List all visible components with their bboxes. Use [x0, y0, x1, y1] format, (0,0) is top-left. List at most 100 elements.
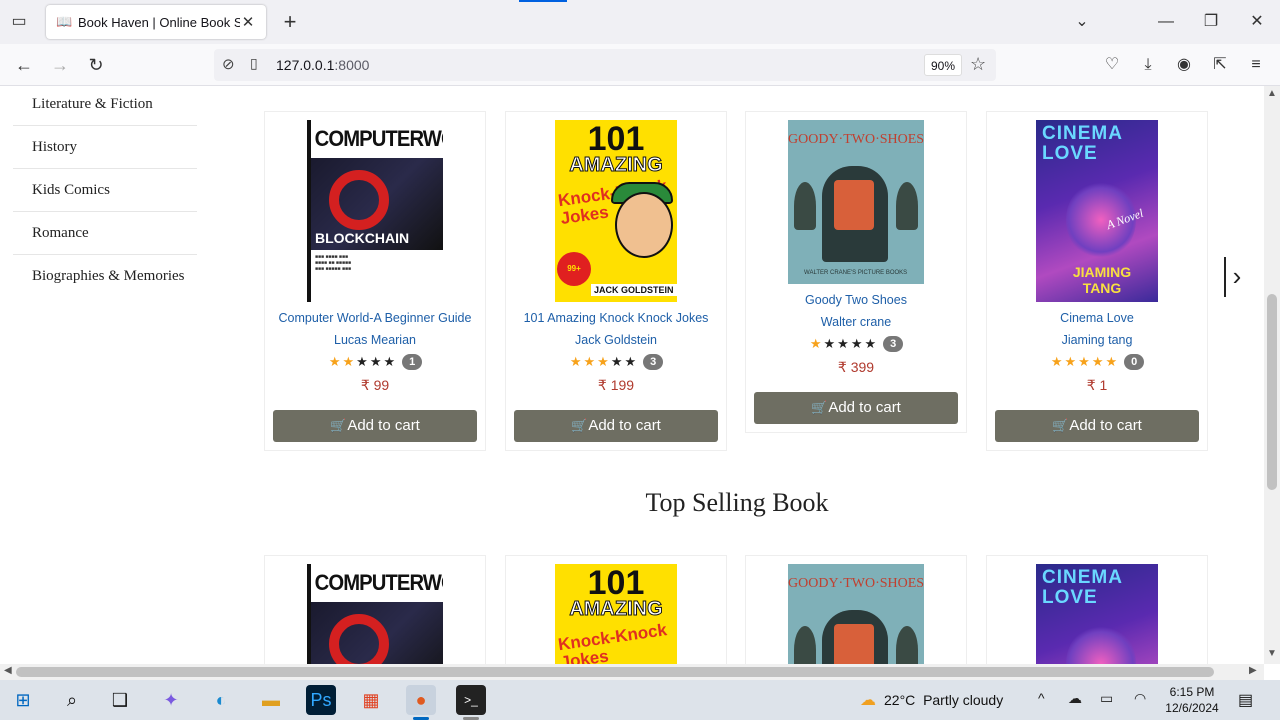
wifi-icon[interactable]: ◠ — [1134, 690, 1146, 707]
vertical-scroll-thumb[interactable] — [1267, 294, 1277, 490]
book-cover-amazing-jokes[interactable]: 101 AMAZING Knock-Knock Jokes — [555, 564, 677, 664]
horizontal-scroll-thumb[interactable] — [16, 667, 1214, 677]
add-to-cart-button[interactable]: 🛒 Add to cart — [514, 410, 718, 442]
onedrive-icon[interactable]: ☁ — [1068, 690, 1082, 707]
windows-taskbar: ⊞ ⌕ ❑ ✦ ◐ ▬ Ps ▦ ● >_ ☁ 22°C Partly clou… — [0, 680, 1280, 720]
book-author[interactable]: Jack Goldstein — [506, 332, 726, 348]
url-bar[interactable]: ⊘ ▯ 127.0.0.1:8000 90% ☆ — [214, 49, 996, 81]
star-icon: ★ — [864, 336, 877, 351]
book-author[interactable]: Jiaming tang — [987, 332, 1207, 348]
edge-icon[interactable]: ◐ — [206, 685, 236, 715]
temperature: 22°C — [884, 692, 916, 708]
star-icon: ★ — [1105, 354, 1118, 369]
cart-icon: 🛒 — [811, 400, 828, 415]
star-rating: ★ ★ ★ ★ ★ 0 — [987, 354, 1207, 370]
top-selling-card: 101 AMAZING Knock-Knock Jokes — [505, 555, 727, 664]
book-favicon-icon: 📖 — [56, 14, 73, 29]
new-tab-icon[interactable]: + — [280, 10, 300, 34]
close-window-icon[interactable]: ✕ — [1237, 10, 1277, 34]
book-cover-amazing-jokes[interactable]: 101 AMAZING Knock-Knock Jokes 99+ HILARI… — [555, 120, 677, 302]
category-history[interactable]: History — [13, 126, 197, 169]
tab-list-icon[interactable]: ▭ — [8, 12, 30, 32]
add-to-cart-button[interactable]: 🛒 Add to cart — [754, 392, 958, 424]
book-cover-goody-two-shoes[interactable]: GOODY·TWO·SHOES WALTER CRANE'S PICTURE B… — [788, 120, 924, 284]
bookmark-star-icon[interactable]: ☆ — [970, 54, 986, 75]
file-explorer-icon[interactable]: ▬ — [256, 685, 286, 715]
tracking-protection-icon[interactable]: ⊘ — [222, 55, 235, 73]
account-icon[interactable]: ◉ — [1172, 54, 1196, 78]
scroll-right-icon[interactable]: ▶ — [1249, 665, 1257, 676]
star-icon: ★ — [1050, 354, 1063, 369]
cover-headline: BLOCKCHAIN — [315, 230, 410, 246]
task-view-icon[interactable]: ❑ — [105, 685, 135, 715]
book-cover-cinema-love[interactable]: CINEMA LOVE — [1036, 564, 1158, 664]
book-title[interactable]: Computer World-A Beginner Guide — [265, 310, 485, 326]
clock[interactable]: 6:15 PM 12/6/2024 — [1160, 684, 1224, 716]
book-cover-goody-two-shoes[interactable]: GOODY·TWO·SHOES — [788, 564, 924, 664]
chevron-down-icon[interactable]: ⌄ — [1062, 10, 1102, 34]
book-title[interactable]: Cinema Love — [987, 310, 1207, 326]
section-title: Top Selling Book — [645, 488, 829, 517]
category-romance[interactable]: Romance — [13, 212, 197, 255]
extensions-icon[interactable]: ⇱ — [1208, 54, 1232, 78]
copilot-icon[interactable]: ✦ — [156, 685, 186, 715]
search-icon[interactable]: ⌕ — [57, 685, 87, 715]
reload-icon[interactable]: ↻ — [84, 53, 108, 77]
menu-icon[interactable]: ≡ — [1244, 54, 1268, 78]
cover-title: CINEMA LOVE — [1042, 567, 1123, 608]
store-icon[interactable]: ▦ — [356, 685, 386, 715]
review-count-badge: 1 — [402, 354, 423, 370]
book-cover-computerworld[interactable]: COMPUTERWORLD — [307, 564, 443, 664]
book-author[interactable]: Lucas Mearian — [265, 332, 485, 348]
star-rating: ★ ★ ★ ★ ★ 3 — [506, 354, 726, 370]
firefox-icon[interactable]: ● — [406, 685, 436, 715]
page-content: Literature & Fiction History Kids Comics… — [0, 86, 1264, 664]
book-title[interactable]: 101 Amazing Knock Knock Jokes — [506, 310, 726, 326]
scroll-down-icon[interactable]: ▼ — [1266, 648, 1278, 659]
forward-icon[interactable]: → — [48, 53, 72, 77]
star-icon: ★ — [583, 354, 596, 369]
add-to-cart-button[interactable]: 🛒 Add to cart — [273, 410, 477, 442]
browser-tab[interactable]: 📖 Book Haven | Online Book Stor ✕ — [46, 5, 266, 39]
category-biographies-memories[interactable]: Biographies & Memories — [13, 255, 197, 297]
weather-widget[interactable]: ☁ 22°C Partly cloudy — [860, 690, 1003, 710]
top-selling-card: GOODY·TWO·SHOES — [745, 555, 967, 664]
media-indicator — [519, 0, 567, 2]
downloads-icon[interactable]: ⤓ — [1136, 54, 1160, 78]
battery-icon[interactable]: ▭ — [1100, 690, 1113, 707]
scroll-left-icon[interactable]: ◀ — [4, 665, 12, 676]
cover-author: JACK GOLDSTEIN — [591, 284, 677, 296]
book-cover-cinema-love[interactable]: CINEMA LOVE A Novel JIAMING TANG — [1036, 120, 1158, 302]
book-author[interactable]: Walter crane — [746, 314, 966, 330]
star-icon: ★ — [369, 354, 382, 369]
back-icon[interactable]: ← — [12, 53, 36, 77]
browser-tab-bar: ▭ 📖 Book Haven | Online Book Stor ✕ + ⌄ … — [0, 0, 1280, 44]
add-to-cart-button[interactable]: 🛒 Add to cart — [995, 410, 1199, 442]
notifications-icon[interactable]: ▤ — [1238, 690, 1253, 710]
windows-start-icon[interactable]: ⊞ — [8, 685, 38, 715]
cover-subtitle: Knock-Knock Jokes — [556, 620, 669, 664]
horizontal-scrollbar[interactable]: ◀ ▶ — [0, 664, 1264, 680]
add-to-cart-label: Add to cart — [828, 399, 901, 416]
url-text[interactable]: 127.0.0.1:8000 — [276, 57, 369, 73]
book-title[interactable]: Goody Two Shoes — [746, 292, 966, 308]
star-icon: ★ — [597, 354, 609, 369]
cover-title: CINEMA LOVE — [1042, 123, 1123, 164]
restore-icon[interactable]: ❐ — [1191, 10, 1231, 34]
minimize-icon[interactable]: — — [1146, 10, 1186, 34]
zoom-level[interactable]: 90% — [924, 54, 963, 76]
category-kids-comics[interactable]: Kids Comics — [13, 169, 197, 212]
terminal-icon[interactable]: >_ — [456, 685, 486, 715]
pocket-icon[interactable]: ♡ — [1100, 54, 1124, 78]
star-icon: ★ — [1078, 354, 1090, 369]
scroll-up-icon[interactable]: ▲ — [1266, 88, 1278, 99]
carousel-next-icon[interactable]: › — [1224, 257, 1248, 297]
book-cover-computerworld[interactable]: COMPUTERWORLD BLOCKCHAIN ■■■ ■■■■ ■■■■■■… — [307, 120, 443, 302]
photoshop-icon[interactable]: Ps — [306, 685, 336, 715]
vertical-scrollbar[interactable]: ▲ ▼ — [1264, 86, 1280, 664]
close-tab-icon[interactable]: ✕ — [240, 13, 256, 31]
tray-chevron-icon[interactable]: ^ — [1038, 690, 1045, 706]
weather-icon: ☁ — [860, 692, 876, 709]
category-literature-fiction[interactable]: Literature & Fiction — [13, 86, 197, 126]
star-icon: ★ — [383, 354, 396, 369]
